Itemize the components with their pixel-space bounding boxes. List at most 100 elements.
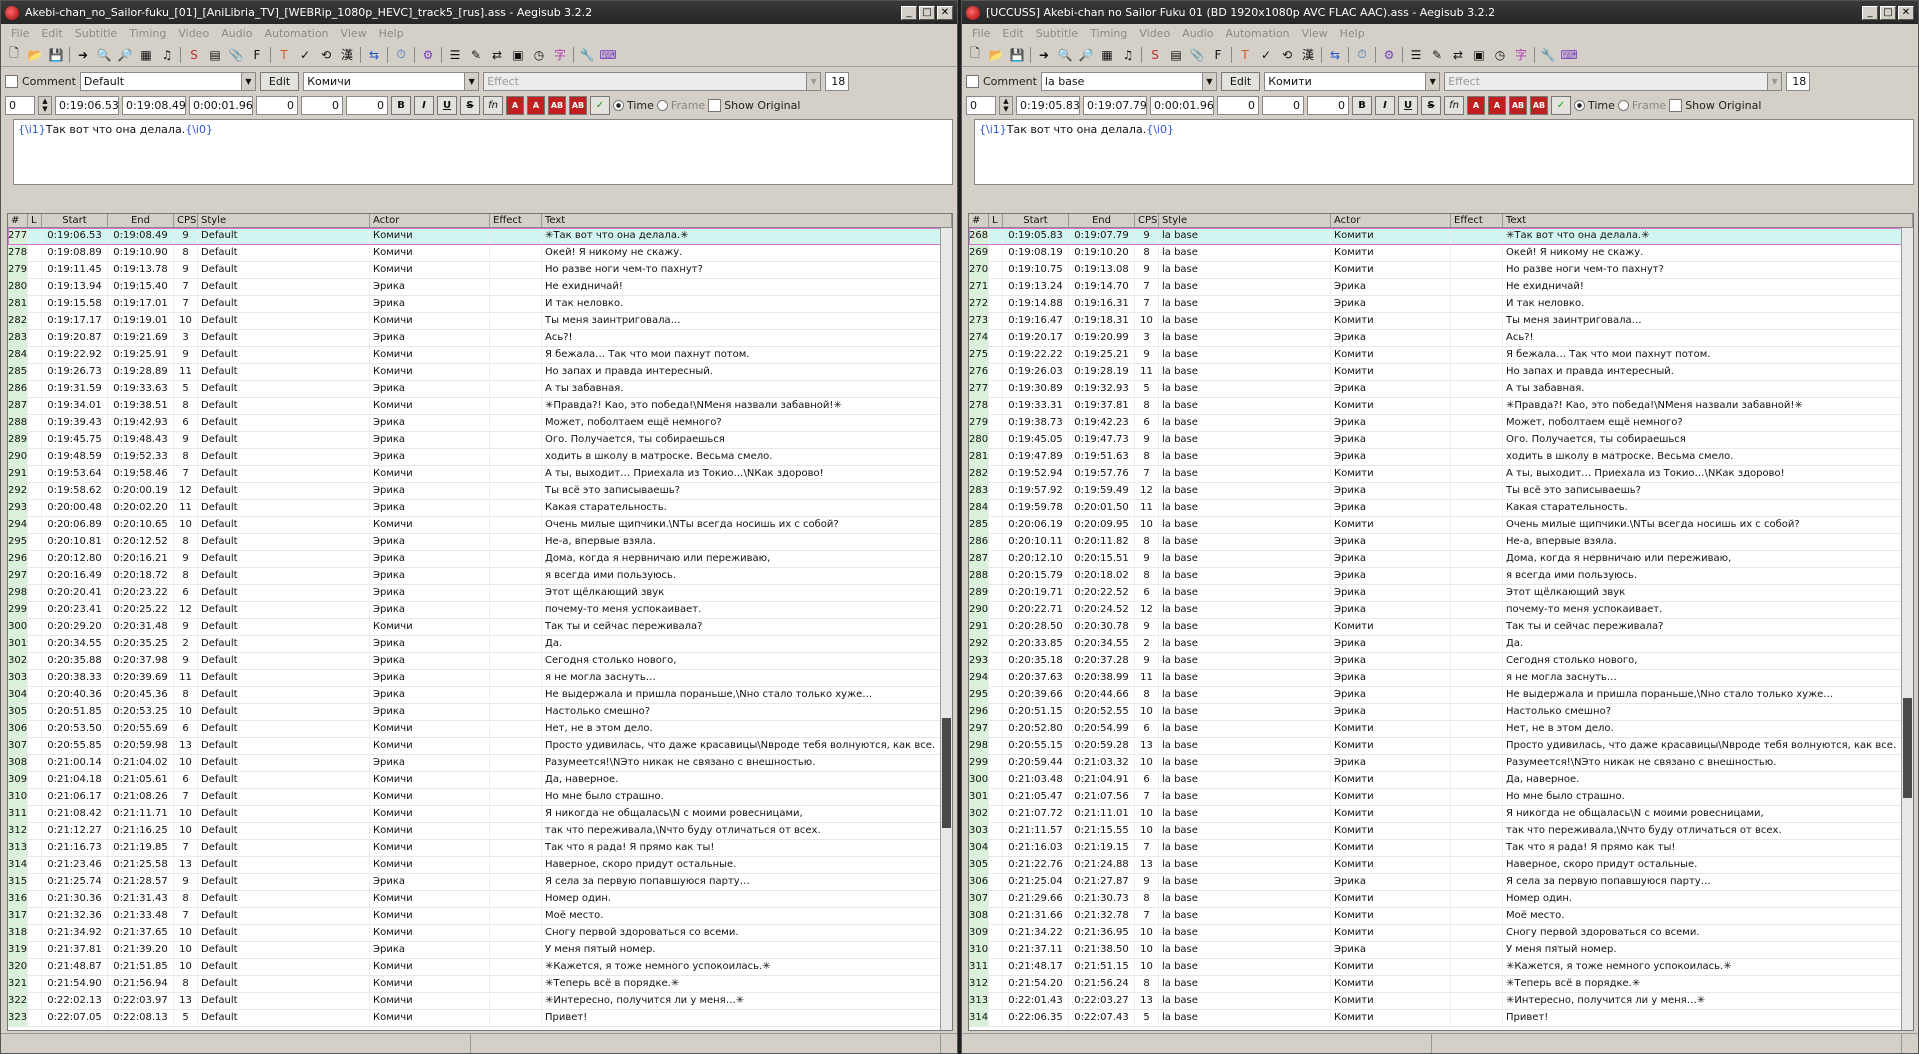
table-row[interactable]: 315 0:21:25.74 0:21:28.57 9 Default Эрика Я се… <box>8 874 952 891</box>
column-header-cps[interactable]: CPS <box>1135 214 1159 227</box>
menu-help[interactable]: Help <box>1334 27 1371 40</box>
attachments-icon[interactable]: 📎 <box>1188 46 1206 64</box>
menu-video[interactable]: Video <box>172 27 215 40</box>
column-header-number[interactable]: # <box>8 214 28 227</box>
table-row[interactable]: 311 0:21:08.42 0:21:11.71 10 Default Комичи Я … <box>8 806 952 823</box>
table-row[interactable]: 292 0:20:33.85 0:20:34.55 2 la base Эрика Да. <box>969 636 1913 653</box>
properties-icon[interactable]: ▤ <box>1167 46 1185 64</box>
menu-timing[interactable]: Timing <box>123 27 172 40</box>
select-lines-icon[interactable]: ☰ <box>1407 46 1425 64</box>
video-icon[interactable]: ▦ <box>1098 46 1116 64</box>
strikeout-button[interactable]: S <box>460 95 480 115</box>
menu-audio[interactable]: Audio <box>1176 27 1219 40</box>
resample-resolution-icon[interactable]: ▣ <box>1470 46 1488 64</box>
edit-style-button[interactable]: Edit <box>1220 71 1261 91</box>
kanji-timer-icon[interactable]: 漢 <box>338 46 356 64</box>
table-row[interactable]: 302 0:21:07.72 0:21:11.01 10 la base Комити Я … <box>969 806 1913 823</box>
table-row[interactable]: 301 0:21:05.47 0:21:07.56 7 la base Комити Но … <box>969 789 1913 806</box>
menu-view[interactable]: View <box>335 27 373 40</box>
zoom-in-icon[interactable]: 🔍 <box>95 46 113 64</box>
table-row[interactable]: 299 0:20:23.41 0:20:25.22 12 Default Эрика поч… <box>8 602 952 619</box>
table-row[interactable]: 287 0:19:34.01 0:19:38.51 8 Default Комичи ✳Пр… <box>8 398 952 415</box>
table-row[interactable]: 306 0:20:53.50 0:20:55.69 6 Default Комичи Нет… <box>8 721 952 738</box>
underline-button[interactable]: U <box>1398 95 1418 115</box>
table-row[interactable]: 277 0:19:06.53 0:19:08.49 9 Default Комичи ✳Та… <box>8 228 952 245</box>
margin-left-field[interactable]: 0 <box>256 95 298 115</box>
audio-icon[interactable]: ♫ <box>158 46 176 64</box>
subtitle-text-editor[interactable]: {\i1}Так вот что она делала.{\i0} <box>974 119 1914 185</box>
maximize-button[interactable]: □ <box>1880 5 1896 20</box>
translation-icon[interactable]: T <box>275 46 293 64</box>
outline-color-button[interactable]: AB <box>1509 95 1527 115</box>
menu-help[interactable]: Help <box>373 27 410 40</box>
table-row[interactable]: 312 0:21:54.20 0:21:56.24 8 la base Комити ✳Те… <box>969 976 1913 993</box>
spellcheck-icon[interactable]: ✓ <box>1257 46 1275 64</box>
table-row[interactable]: 297 0:20:52.80 0:20:54.99 6 la base Комити Нет… <box>969 721 1913 738</box>
shadow-color-button[interactable]: AB <box>1530 95 1548 115</box>
font-face-button[interactable]: fn <box>1444 95 1464 115</box>
grid-scrollbar[interactable] <box>1901 228 1913 1030</box>
styling-assistant-icon[interactable]: ✎ <box>467 46 485 64</box>
maximize-button[interactable]: □ <box>919 5 935 20</box>
jump-to-icon[interactable]: ➜ <box>74 46 92 64</box>
menu-subtitle[interactable]: Subtitle <box>69 27 123 40</box>
automation-icon[interactable]: ⚙ <box>419 46 437 64</box>
table-row[interactable]: 310 0:21:06.17 0:21:08.26 7 Default Комичи Но … <box>8 789 952 806</box>
primary-color-button[interactable]: A <box>506 95 524 115</box>
attachments-icon[interactable]: 📎 <box>227 46 245 64</box>
table-row[interactable]: 295 0:20:10.81 0:20:12.52 8 Default Эрика Не-а… <box>8 534 952 551</box>
show-original-checkbox[interactable] <box>1669 98 1683 112</box>
column-header-cps[interactable]: CPS <box>174 214 198 227</box>
margin-right-field[interactable]: 0 <box>301 95 343 115</box>
table-row[interactable]: 309 0:21:34.22 0:21:36.95 10 la base Комити Сн… <box>969 925 1913 942</box>
options-icon[interactable]: 🔧 <box>578 46 596 64</box>
minimize-button[interactable]: _ <box>1862 5 1878 20</box>
comment-checkbox[interactable] <box>966 74 979 88</box>
column-header-effect[interactable]: Effect <box>490 214 542 227</box>
style-combo[interactable]: la base ▼ <box>1040 71 1217 91</box>
table-row[interactable]: 294 0:20:37.63 0:20:38.99 11 la base Эрика я н… <box>969 670 1913 687</box>
grid-scrollbar-thumb[interactable] <box>942 718 951 828</box>
font-face-button[interactable]: fn <box>483 95 503 115</box>
style-combo[interactable]: Default ▼ <box>79 71 256 91</box>
table-row[interactable]: 283 0:19:20.87 0:19:21.69 3 Default Эрика Ась?… <box>8 330 952 347</box>
shift-times-icon[interactable]: ⇆ <box>365 46 383 64</box>
table-row[interactable]: 305 0:20:51.85 0:20:53.25 10 Default Эрика Нас… <box>8 704 952 721</box>
table-row[interactable]: 268 0:19:05.83 0:19:07.79 9 la base Комити ✳Та… <box>969 228 1913 245</box>
table-row[interactable]: 314 0:21:23.46 0:21:25.58 13 Default Комичи На… <box>8 857 952 874</box>
table-row[interactable]: 285 0:20:06.19 0:20:09.95 10 la base Комити Оч… <box>969 517 1913 534</box>
table-row[interactable]: 281 0:19:15.58 0:19:17.01 7 Default Эрика И та… <box>8 296 952 313</box>
table-row[interactable]: 302 0:20:35.88 0:20:37.98 9 Default Эрика Сего… <box>8 653 952 670</box>
table-row[interactable]: 291 0:20:28.50 0:20:30.78 9 la base Комити Так… <box>969 619 1913 636</box>
table-row[interactable]: 290 0:19:48.59 0:19:52.33 8 Default Эрика ходи… <box>8 449 952 466</box>
select-lines-icon[interactable]: ☰ <box>446 46 464 64</box>
save-icon[interactable]: 💾 <box>47 46 65 64</box>
zoom-in-icon[interactable]: 🔍 <box>1056 46 1074 64</box>
start-time-field[interactable]: 0:19:05.83 <box>1016 95 1080 115</box>
commit-check-icon[interactable]: ✓ <box>590 95 610 115</box>
table-row[interactable]: 293 0:20:00.48 0:20:02.20 11 Default Эрика Как… <box>8 500 952 517</box>
options-icon[interactable]: 🔧 <box>1539 46 1557 64</box>
table-row[interactable]: 298 0:20:20.41 0:20:23.22 6 Default Эрика Этот… <box>8 585 952 602</box>
menu-subtitle[interactable]: Subtitle <box>1030 27 1084 40</box>
shadow-color-button[interactable]: AB <box>569 95 587 115</box>
table-row[interactable]: 284 0:19:59.78 0:20:01.50 11 la base Эрика Как… <box>969 500 1913 517</box>
menu-view[interactable]: View <box>1296 27 1334 40</box>
timing-processor-icon[interactable]: ◷ <box>530 46 548 64</box>
menu-file[interactable]: File <box>966 27 996 40</box>
menu-automation[interactable]: Automation <box>258 27 334 40</box>
menu-automation[interactable]: Automation <box>1219 27 1295 40</box>
column-header-number[interactable]: # <box>969 214 989 227</box>
table-row[interactable]: 296 0:20:51.15 0:20:52.55 10 la base Эрика Нас… <box>969 704 1913 721</box>
effect-combo[interactable]: Effect ▼ <box>1444 71 1783 91</box>
table-row[interactable]: 321 0:21:54.90 0:21:56.94 8 Default Комичи ✳Те… <box>8 976 952 993</box>
table-row[interactable]: 277 0:19:30.89 0:19:32.93 5 la base Эрика А ты… <box>969 381 1913 398</box>
table-row[interactable]: 312 0:21:12.27 0:21:16.25 10 Default Комичи та… <box>8 823 952 840</box>
time-radio[interactable] <box>613 99 624 111</box>
bold-button[interactable]: B <box>391 95 411 115</box>
hotkeys-icon[interactable]: ⌨ <box>1560 46 1578 64</box>
open-file-icon[interactable]: 📂 <box>26 46 44 64</box>
actor-combo[interactable]: Комити ▼ <box>1264 71 1441 91</box>
table-row[interactable]: 316 0:21:30.36 0:21:31.43 8 Default Комичи Ном… <box>8 891 952 908</box>
style-icon[interactable]: S <box>1146 46 1164 64</box>
